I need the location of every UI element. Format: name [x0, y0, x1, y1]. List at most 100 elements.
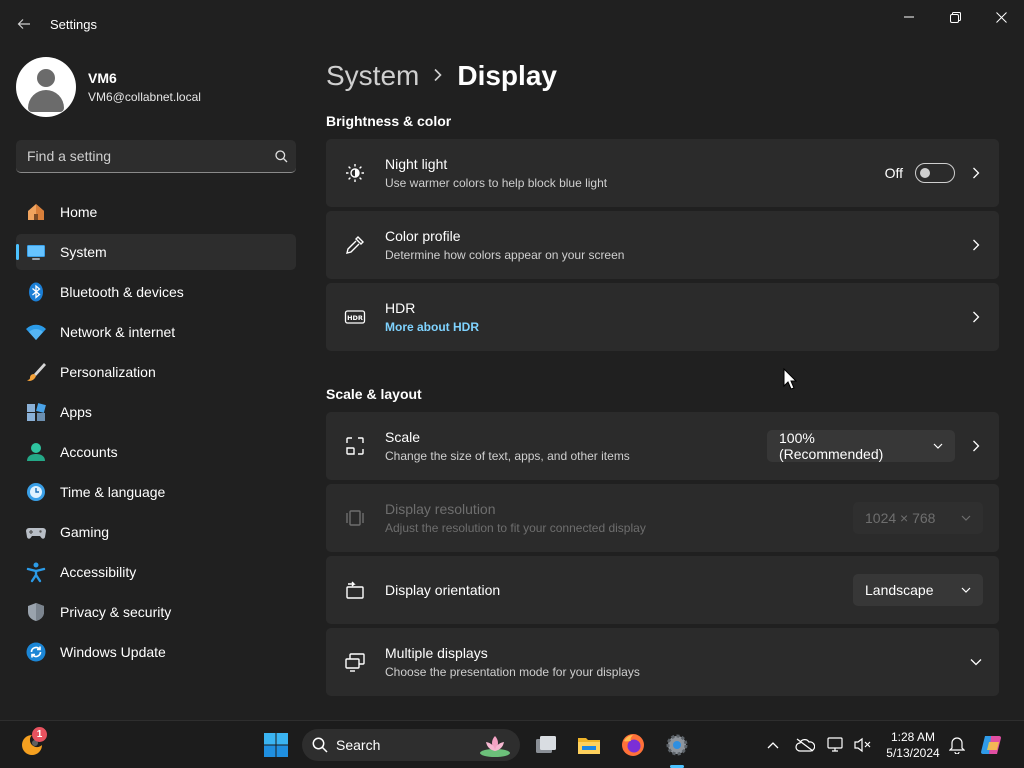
- back-button[interactable]: [12, 12, 36, 36]
- taskbar: Search 1:28 AM 5/13/2024: [0, 720, 1024, 768]
- svg-text:HDR: HDR: [347, 314, 363, 322]
- scale-icon: [342, 433, 368, 459]
- sidebar-item-time-language[interactable]: Time & language: [16, 474, 296, 510]
- scale-card[interactable]: Scale Change the size of text, apps, and…: [326, 412, 999, 480]
- chevron-right-icon[interactable]: [967, 308, 985, 326]
- clock-time: 1:28 AM: [890, 730, 936, 744]
- chevron-up-icon[interactable]: [757, 729, 789, 761]
- lotus-icon: [480, 736, 510, 757]
- night-light-card[interactable]: Night light Use warmer colors to help bl…: [326, 139, 999, 207]
- night-light-state: Off: [884, 165, 903, 181]
- sidebar-item-windows-update[interactable]: Windows Update: [16, 634, 296, 670]
- scale-dropdown[interactable]: 100% (Recommended): [767, 430, 955, 462]
- color-profile-subtitle: Determine how colors appear on your scre…: [385, 248, 625, 262]
- title-bar: Settings: [0, 0, 1024, 48]
- resolution-icon: [342, 505, 368, 531]
- multiple-displays-card[interactable]: Multiple displays Choose the presentatio…: [326, 628, 999, 696]
- resolution-value: 1024 × 768: [865, 510, 936, 526]
- gamepad-icon: [24, 520, 48, 544]
- taskbar-search[interactable]: Search: [302, 729, 520, 761]
- copilot-icon[interactable]: [976, 729, 1008, 761]
- system-icon: [24, 240, 48, 264]
- sidebar-item-accessibility[interactable]: Accessibility: [16, 554, 296, 590]
- multiple-displays-subtitle: Choose the presentation mode for your di…: [385, 665, 640, 679]
- sidebar-item-apps[interactable]: Apps: [16, 394, 296, 430]
- update-icon: [24, 640, 48, 664]
- sidebar-item-label: Home: [60, 204, 98, 220]
- sidebar-item-network[interactable]: Network & internet: [16, 314, 296, 350]
- apps-icon: [24, 400, 48, 424]
- close-button[interactable]: [978, 4, 1024, 30]
- sidebar-item-home[interactable]: Home: [16, 194, 296, 230]
- sidebar-item-label: System: [60, 244, 107, 260]
- night-light-toggle[interactable]: [915, 163, 955, 183]
- hdr-card[interactable]: HDR HDR More about HDR: [326, 283, 999, 351]
- firefox-icon[interactable]: [617, 729, 649, 761]
- mouse-cursor-icon: [783, 368, 797, 390]
- home-icon: [24, 200, 48, 224]
- chevron-right-icon[interactable]: [967, 164, 985, 182]
- more-about-hdr-link[interactable]: More about HDR: [385, 320, 955, 334]
- hdr-title: HDR: [385, 300, 416, 316]
- minimize-icon: [904, 16, 914, 18]
- settings-taskbar-icon[interactable]: [661, 729, 693, 761]
- scale-title: Scale: [385, 429, 421, 445]
- display-resolution-title: Display resolution: [385, 501, 496, 517]
- sidebar-item-label: Personalization: [60, 364, 156, 380]
- chevron-down-icon[interactable]: [967, 653, 985, 671]
- file-explorer-icon[interactable]: [573, 729, 605, 761]
- restore-button[interactable]: [932, 4, 978, 30]
- close-icon: [995, 11, 1007, 23]
- accounts-icon: [24, 440, 48, 464]
- task-view-icon[interactable]: [530, 729, 562, 761]
- sidebar-item-label: Accounts: [60, 444, 118, 460]
- search-input[interactable]: [27, 148, 266, 164]
- wifi-icon: [24, 320, 48, 344]
- clock-date: 5/13/2024: [886, 746, 940, 760]
- globe-clock-icon: [24, 480, 48, 504]
- sidebar-item-system[interactable]: System: [16, 234, 296, 270]
- notification-bell-icon[interactable]: [941, 729, 973, 761]
- search-icon[interactable]: [266, 141, 296, 171]
- system-clock[interactable]: 1:28 AM 5/13/2024: [882, 729, 944, 761]
- app-title: Settings: [50, 17, 97, 32]
- chevron-right-icon: [433, 65, 443, 88]
- sidebar-item-personalization[interactable]: Personalization: [16, 354, 296, 390]
- night-light-icon: [342, 160, 368, 186]
- section-title-scale-layout: Scale & layout: [326, 386, 422, 402]
- profile-name: VM6: [88, 70, 117, 86]
- arrow-left-icon: [17, 19, 30, 29]
- sidebar-item-accounts[interactable]: Accounts: [16, 434, 296, 470]
- display-orientation-card: Display orientation Landscape: [326, 556, 999, 624]
- onedrive-icon[interactable]: [789, 729, 821, 761]
- orientation-value: Landscape: [865, 582, 934, 598]
- resolution-dropdown: 1024 × 768: [853, 502, 983, 534]
- night-light-subtitle: Use warmer colors to help block blue lig…: [385, 176, 608, 190]
- settings-search-box[interactable]: [16, 140, 296, 173]
- orientation-dropdown[interactable]: Landscape: [853, 574, 983, 606]
- sidebar-item-bluetooth[interactable]: Bluetooth & devices: [16, 274, 296, 310]
- start-button[interactable]: [260, 729, 292, 761]
- multiple-displays-icon: [342, 649, 368, 675]
- taskbar-search-label: Search: [336, 737, 381, 753]
- chevron-right-icon[interactable]: [967, 437, 985, 455]
- orientation-icon: [342, 577, 368, 603]
- display-resolution-card: Display resolution Adjust the resolution…: [326, 484, 999, 552]
- display-orientation-title: Display orientation: [385, 582, 501, 598]
- scale-value: 100% (Recommended): [779, 430, 884, 462]
- notification-badge: 1: [32, 727, 47, 742]
- chevron-down-icon: [961, 587, 971, 593]
- sidebar-item-label: Network & internet: [60, 324, 176, 340]
- search-icon: [312, 737, 328, 753]
- minimize-button[interactable]: [886, 4, 932, 30]
- section-title-brightness: Brightness & color: [326, 113, 452, 129]
- sidebar-item-gaming[interactable]: Gaming: [16, 514, 296, 550]
- user-profile[interactable]: VM6 VM6@collabnet.local: [16, 57, 201, 117]
- volume-icon[interactable]: [846, 729, 878, 761]
- restore-icon: [949, 11, 961, 23]
- color-profile-card[interactable]: Color profile Determine how colors appea…: [326, 211, 999, 279]
- breadcrumb-parent[interactable]: System: [326, 60, 419, 92]
- sidebar-item-privacy[interactable]: Privacy & security: [16, 594, 296, 630]
- chevron-right-icon[interactable]: [967, 236, 985, 254]
- sidebar-item-label: Privacy & security: [60, 604, 172, 620]
